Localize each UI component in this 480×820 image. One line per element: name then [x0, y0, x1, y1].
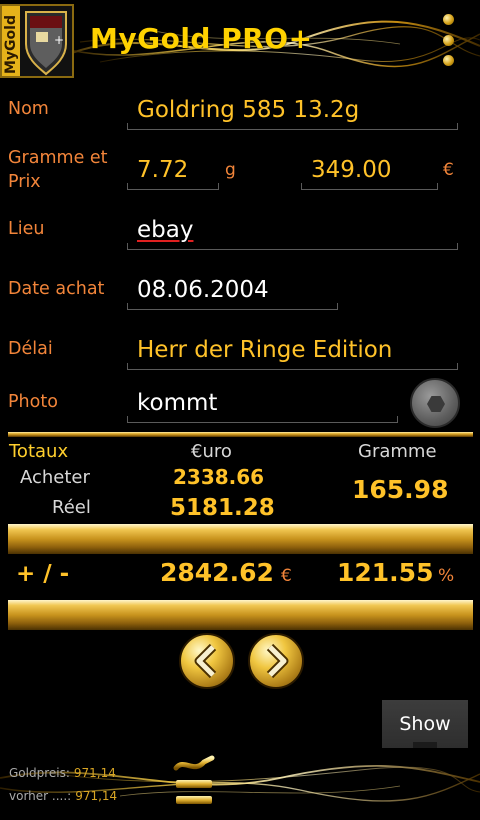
- date-achat-label: Date achat: [8, 279, 105, 299]
- delai-label: Délai: [8, 339, 53, 359]
- gramme-column-header: Gramme: [358, 441, 437, 462]
- goldpreis-value: 971,14: [73, 766, 116, 780]
- chevron-left-icon[interactable]: [179, 633, 235, 689]
- nom-label: Nom: [8, 99, 49, 119]
- vorher-label: vorher ....:: [9, 789, 72, 803]
- gramme-prix-label-line1: Gramme et: [8, 148, 108, 168]
- footer-swirl-decoration: [0, 764, 480, 802]
- goldpreis-label: Goldpreis:: [9, 766, 70, 780]
- lieu-field[interactable]: ebay: [127, 214, 458, 250]
- price-field[interactable]: 349.00: [301, 154, 438, 190]
- acheter-label: Acheter: [20, 467, 90, 488]
- gold-bar-lower: [8, 600, 473, 630]
- delai-field[interactable]: Herr der Ringe Edition: [127, 334, 458, 370]
- diff-percent-unit: %: [438, 566, 455, 586]
- totaux-title: Totaux: [9, 441, 69, 462]
- lieu-value: ebay: [137, 217, 194, 243]
- reel-label: Réel: [52, 497, 91, 518]
- chevron-right-icon[interactable]: [248, 633, 304, 689]
- app-header: + MyGold MyGold PRO+: [0, 0, 480, 82]
- vorher-line: vorher ....: 971,14: [9, 789, 117, 803]
- footer: Goldpreis: 971,14 vorher ....: 971,14: [0, 748, 480, 820]
- grams-field[interactable]: 7.72: [127, 154, 219, 190]
- acheter-value: 2338.66: [173, 465, 265, 489]
- mygold-logo: + MyGold: [0, 4, 74, 78]
- euro-column-header: €uro: [191, 441, 232, 462]
- app-title: MyGold PRO+: [90, 22, 313, 55]
- gramme-prix-label-line2: Prix: [8, 172, 41, 192]
- gramme-total-value: 165.98: [352, 475, 449, 504]
- gold-bar-upper: [8, 524, 473, 554]
- reel-value: 5181.28: [170, 495, 275, 521]
- diff-euro-unit: €: [281, 566, 292, 586]
- diff-euro-value: 2842.62: [160, 558, 274, 587]
- diff-label: + / -: [16, 561, 70, 587]
- overflow-menu-icon[interactable]: [438, 14, 458, 66]
- vorher-value: 971,14: [75, 789, 118, 803]
- nom-field[interactable]: Goldring 585 13.2g: [127, 94, 458, 130]
- totals-divider-top: [8, 432, 473, 437]
- diff-percent-value: 121.55: [337, 558, 434, 587]
- svg-text:+: +: [54, 33, 64, 47]
- photo-label: Photo: [8, 392, 58, 412]
- date-achat-field[interactable]: 08.06.2004: [127, 274, 338, 310]
- goldpreis-line: Goldpreis: 971,14: [9, 766, 116, 780]
- photo-field[interactable]: kommt: [127, 387, 398, 423]
- show-button[interactable]: Show: [382, 700, 468, 748]
- price-unit: €: [443, 160, 454, 180]
- camera-icon[interactable]: [410, 378, 460, 428]
- logo-text: MyGold: [3, 15, 19, 74]
- approx-equal-icon[interactable]: [172, 754, 216, 812]
- lieu-label: Lieu: [8, 219, 45, 239]
- grams-unit: g: [225, 160, 236, 180]
- gramme-prix-label: Gramme et Prix: [8, 146, 108, 194]
